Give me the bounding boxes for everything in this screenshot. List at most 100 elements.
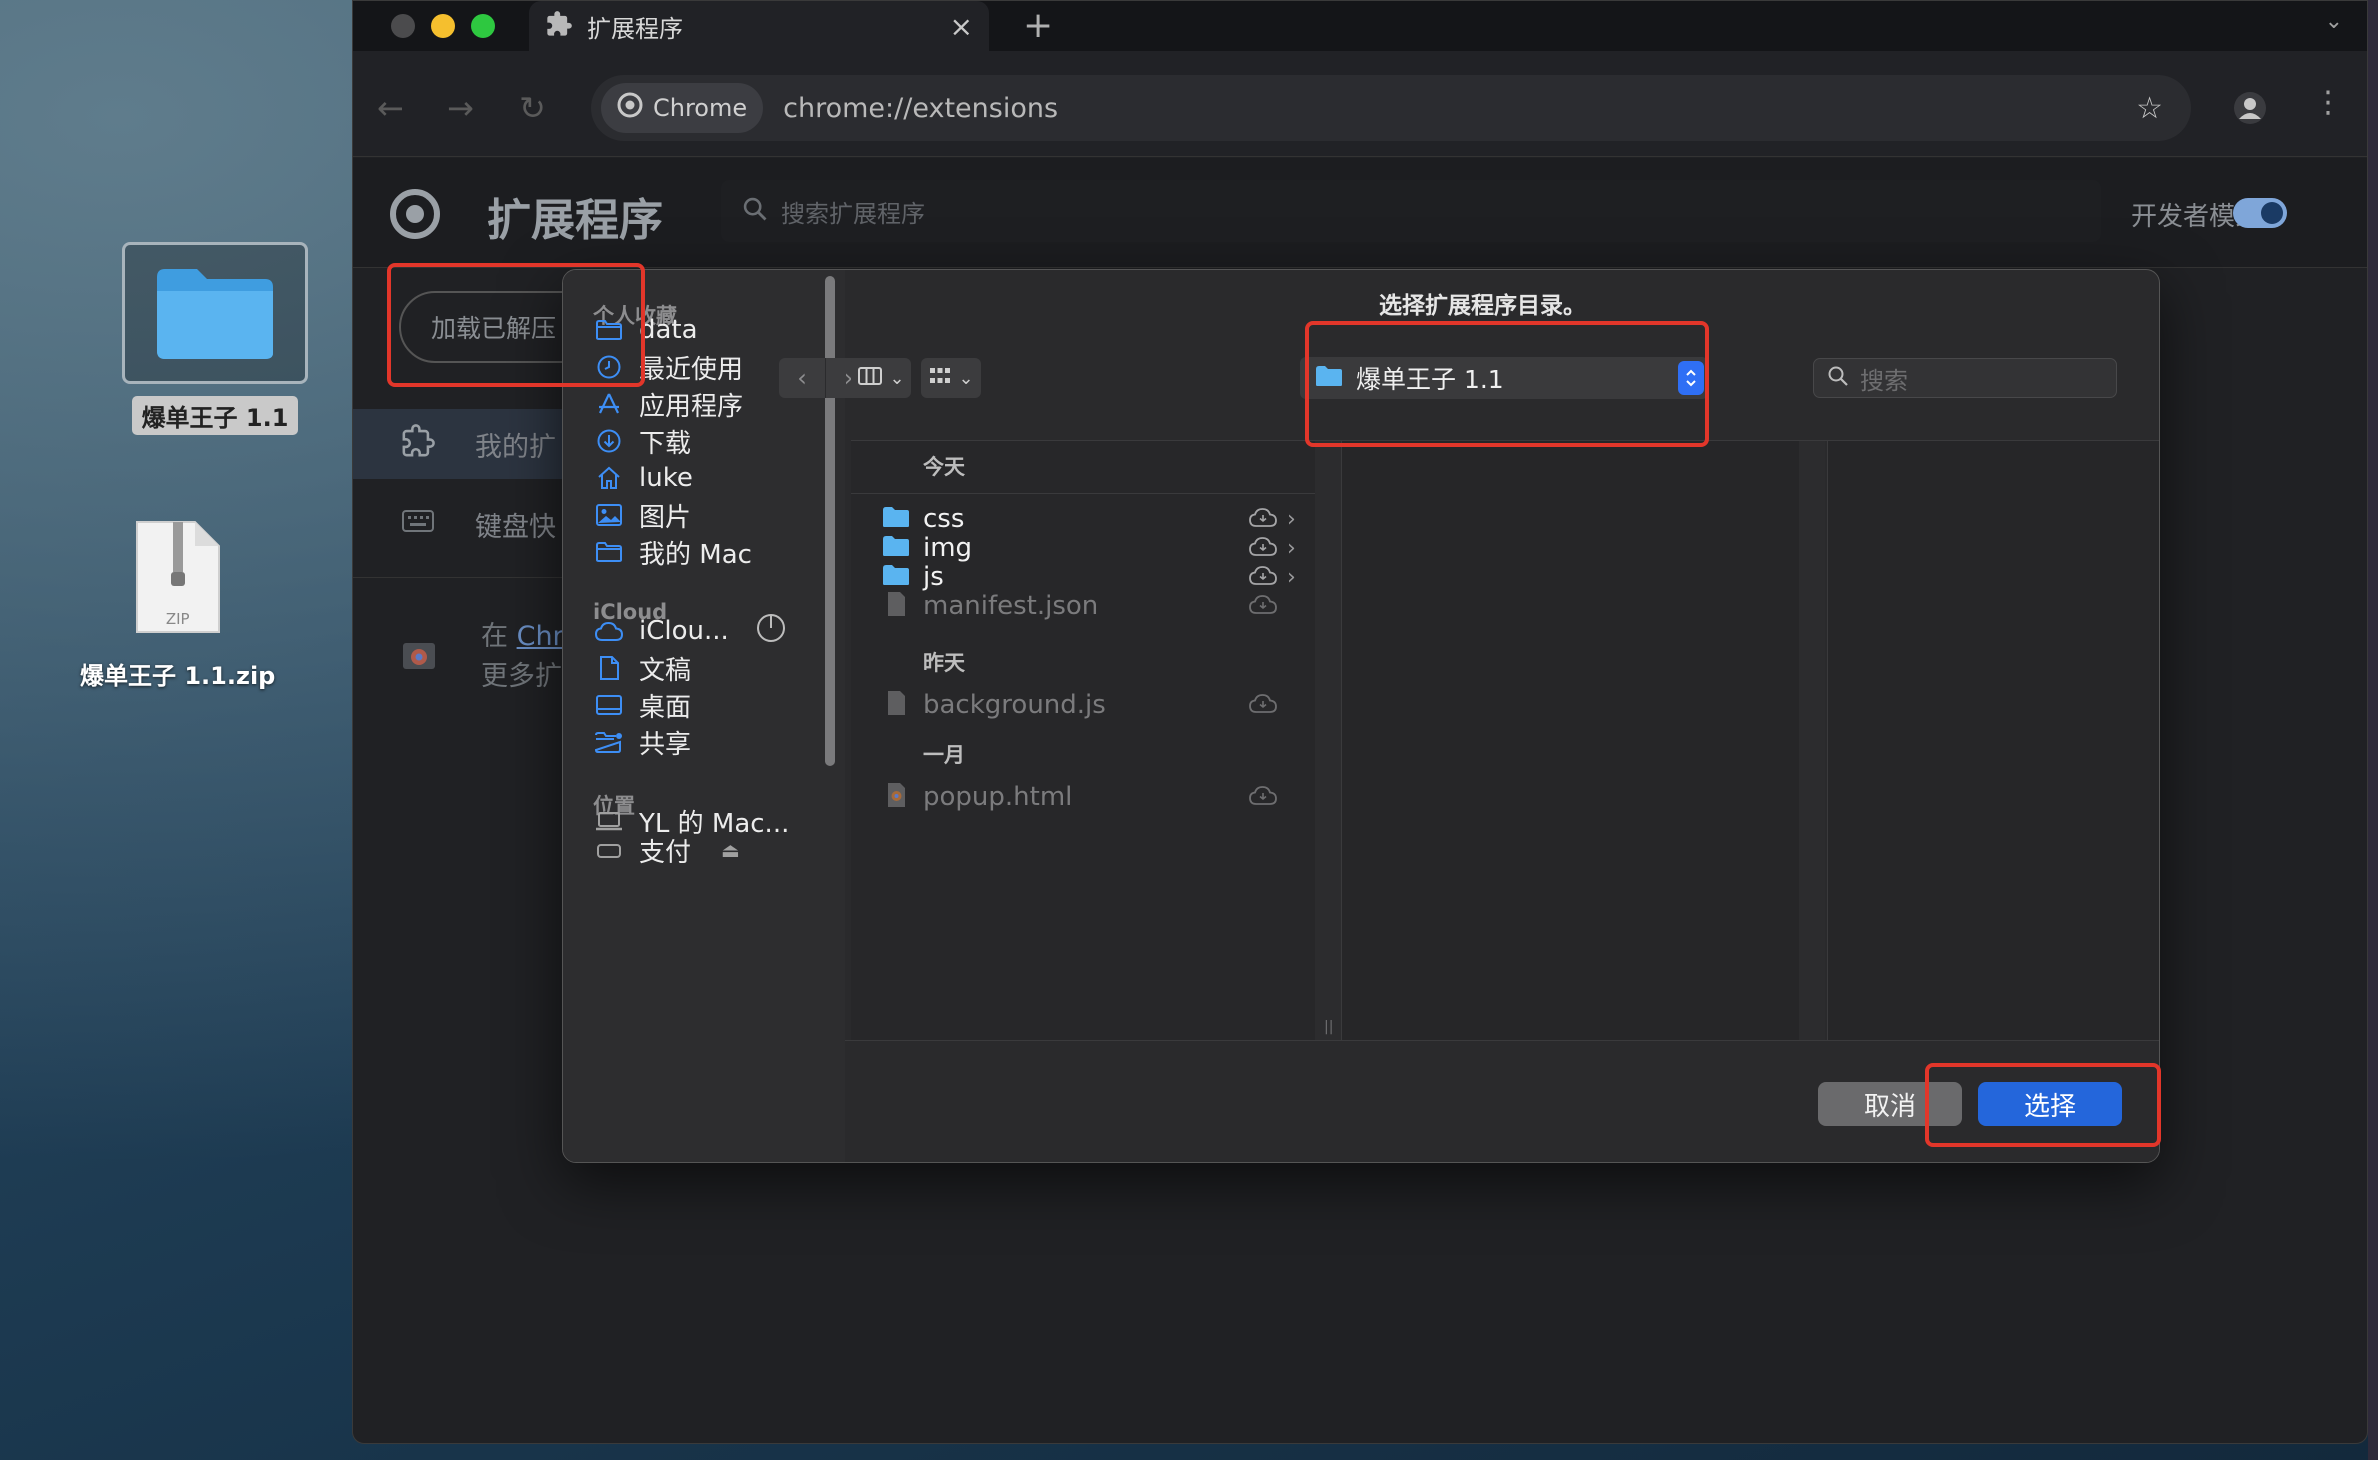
omnibox-chip-label: Chrome <box>653 94 748 122</box>
tab-search-chevron-icon[interactable]: ⌄ <box>2325 9 2343 34</box>
sidebar-item-home[interactable]: luke <box>593 458 693 498</box>
view-mode-button[interactable]: ⌄ <box>851 358 911 398</box>
background-window-edge <box>2368 0 2378 1460</box>
tab-extensions[interactable]: 扩展程序 × <box>529 1 989 51</box>
group-header-yesterday: 昨天 <box>923 651 965 675</box>
sidebar-item-pictures[interactable]: 图片 <box>593 495 691 535</box>
sidebar-item-data[interactable]: data <box>593 310 698 350</box>
chrome-menu-icon[interactable]: ⋮ <box>2313 85 2343 120</box>
store-text-prefix: 在 <box>481 621 517 652</box>
reload-icon[interactable]: ↻ <box>519 89 546 127</box>
tab-title: 扩展程序 <box>587 14 683 43</box>
file-name: popup.html <box>923 782 1073 812</box>
chevron-down-icon: ⌄ <box>889 367 905 389</box>
profile-avatar-icon[interactable] <box>2233 91 2267 125</box>
desktop-folder-label: 爆单王子 1.1 <box>131 396 299 435</box>
dialog-title: 选择扩展程序目录。 <box>1379 293 1586 319</box>
chevron-down-icon: ⌄ <box>958 367 974 389</box>
applications-icon <box>593 388 625 420</box>
grid-view-icon <box>928 366 952 390</box>
sidebar-item-desktop[interactable]: 桌面 <box>593 685 691 725</box>
file-icon <box>881 689 911 721</box>
extensions-search-input[interactable]: 搜索扩展程序 <box>721 180 2101 242</box>
sidebar-item-label: 最近使用 <box>639 354 744 385</box>
sidebar-item-recents[interactable]: 最近使用 <box>593 347 743 387</box>
group-by-button[interactable]: ⌄ <box>921 358 981 398</box>
extensions-header: 扩展程序 搜索扩展程序 开发者模式 <box>353 158 2367 268</box>
sidebar-item-icloud-drive[interactable]: iClou... <box>593 611 787 651</box>
sidebar-item-my-mac[interactable]: 我的 Mac <box>593 532 752 572</box>
sidebar-item-downloads[interactable]: 下载 <box>593 421 691 461</box>
search-icon <box>1826 364 1850 392</box>
zip-file-icon: ZIP <box>133 518 223 636</box>
sidebar-item-documents[interactable]: 文稿 <box>593 648 691 688</box>
dialog-sidebar: 个人收藏 data 最近使用 应用程序 下载 luke 图片 我的 Mac iC… <box>563 270 845 1162</box>
sidebar-scrollbar[interactable] <box>825 276 835 766</box>
group-header-january: 一月 <box>923 743 965 767</box>
sidebar-item-label: 桌面 <box>639 692 692 723</box>
new-tab-icon[interactable]: + <box>1023 5 1053 46</box>
file-row-manifest: manifest.json <box>881 586 1301 626</box>
columns-view-icon <box>857 365 883 391</box>
sidebar-item-applications[interactable]: 应用程序 <box>593 384 743 424</box>
back-arrow-icon[interactable]: ← <box>377 89 404 127</box>
file-row-background-js: background.js <box>881 685 1301 725</box>
puzzle-outline-icon <box>401 423 435 465</box>
cancel-button[interactable]: 取消 <box>1818 1082 1962 1126</box>
sidebar-item-label: 下载 <box>639 428 692 459</box>
cloud-download-icon <box>1247 593 1279 619</box>
sidebar-item-label: luke <box>639 463 693 493</box>
home-icon <box>593 462 625 494</box>
dialog-footer <box>845 1040 2159 1162</box>
column-1: 今天 css › img › js › manifest.json 昨天 bac… <box>851 441 1315 1041</box>
cloud-icon <box>593 615 625 647</box>
file-picker-dialog: 个人收藏 data 最近使用 应用程序 下载 luke 图片 我的 Mac iC… <box>562 269 2160 1163</box>
photo-icon <box>593 499 625 531</box>
sidebar-item-pay[interactable]: 支付 ⏏ <box>593 836 740 864</box>
eject-icon[interactable]: ⏏ <box>721 838 740 862</box>
bookmark-star-icon[interactable]: ☆ <box>2136 91 2163 126</box>
laptop-icon <box>593 805 625 837</box>
desktop-folder[interactable]: 爆单王子 1.1 <box>122 242 308 435</box>
back-chevron-icon[interactable]: ‹ <box>779 358 825 398</box>
path-popup-button[interactable]: 爆单王子 1.1 <box>1300 357 1708 399</box>
column-resize-handle[interactable] <box>1799 441 1825 1041</box>
folder-icon <box>122 242 308 384</box>
minimize-window-button[interactable] <box>431 14 455 38</box>
zoom-window-button[interactable] <box>471 14 495 38</box>
sidebar-item-label: YL 的 Mac... <box>639 808 790 839</box>
sidebar-item-this-mac[interactable]: YL 的 Mac... <box>593 801 789 841</box>
desktop-zip-file[interactable]: ZIP 爆单王子 1.1.zip <box>80 518 275 691</box>
developer-mode-toggle[interactable] <box>2233 198 2287 228</box>
desktop-zip-label: 爆单王子 1.1.zip <box>80 662 276 690</box>
document-icon <box>593 652 625 684</box>
keyboard-icon <box>401 508 435 541</box>
forward-arrow-icon[interactable]: → <box>447 89 474 127</box>
tab-close-icon[interactable]: × <box>950 10 973 43</box>
sidebar-item-shared[interactable]: 共享 <box>593 722 691 762</box>
drive-icon <box>593 836 625 864</box>
folder-icon <box>1314 364 1344 392</box>
desktop-icon <box>593 689 625 721</box>
download-icon <box>593 425 625 457</box>
html-file-icon <box>881 781 911 813</box>
store-text-line2: 更多扩 <box>481 661 562 692</box>
web-store-icon <box>401 635 437 675</box>
column-3 <box>1827 441 2159 1041</box>
sidebar-item-label: 共享 <box>639 729 692 760</box>
extensions-logo-icon <box>389 188 441 244</box>
column-browser: 今天 css › img › js › manifest.json 昨天 bac… <box>851 440 2159 1041</box>
web-store-promo: 在 Chr 更多扩 <box>481 617 564 697</box>
chrome-logo-icon <box>617 92 643 124</box>
close-window-button[interactable] <box>391 14 415 38</box>
web-store-link[interactable]: Chr <box>517 621 564 652</box>
sidebar-item-label: 支付 <box>639 837 692 865</box>
file-icon <box>881 590 911 622</box>
choose-button[interactable]: 选择 <box>1978 1082 2122 1126</box>
dialog-search-input[interactable]: 搜索 <box>1813 358 2117 398</box>
column-resize-handle[interactable]: || <box>1315 441 1341 1041</box>
omnibox[interactable]: Chrome chrome://extensions ☆ <box>591 75 2191 141</box>
file-row-popup-html: popup.html <box>881 777 1301 817</box>
omnibox-site-chip[interactable]: Chrome <box>601 83 764 133</box>
sidebar-item-label: 应用程序 <box>639 391 744 422</box>
